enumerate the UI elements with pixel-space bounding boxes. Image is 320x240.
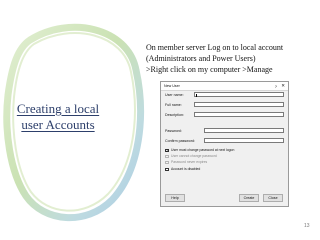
checkbox[interactable] [165,167,169,171]
create-button[interactable]: Create [239,194,259,202]
instruction-line-1: On member server Log on to local account [146,43,284,52]
user-name-label: User name: [165,93,184,97]
option-label: User must change password at next logon [171,148,235,153]
checkbox [165,160,169,164]
instruction-line-2: (Administrators and Power Users) [146,54,256,63]
help-button[interactable]: Help [165,194,185,202]
instruction-text: On member server Log on to local account… [146,42,318,75]
page-number: 13 [304,223,310,229]
text-caret [196,93,197,97]
confirm-password-input[interactable] [204,138,284,143]
help-icon[interactable]: ? [275,84,277,89]
checkbox[interactable] [165,148,169,152]
instruction-line-3: >Right click on my computer >Manage [146,65,273,74]
dialog-titlebar: New User ? ✕ [161,82,288,91]
slide-title-line-1: Creating a local [16,101,100,116]
user-name-input[interactable] [194,92,284,97]
full-name-label: Full name: [165,103,182,107]
full-name-input[interactable] [194,102,284,107]
dialog-title: New User [164,84,180,88]
description-label: Description: [165,113,184,117]
close-icon[interactable]: ✕ [281,83,285,89]
slide-title: Creating a local user Accounts [2,101,114,133]
slide-title-line-2: user Accounts [21,117,95,132]
option-label: Password never expires [171,160,208,165]
option-label: Account is disabled [171,167,201,172]
password-input[interactable] [204,128,284,133]
password-label: Password: [165,129,182,133]
confirm-password-label: Confirm password: [165,139,195,143]
option-label: User cannot change password [171,154,217,159]
new-user-dialog: New User ? ✕ User name: Full name: Descr… [160,81,289,207]
checkbox [165,154,169,158]
close-button[interactable]: Close [263,194,283,202]
description-input[interactable] [194,112,284,117]
